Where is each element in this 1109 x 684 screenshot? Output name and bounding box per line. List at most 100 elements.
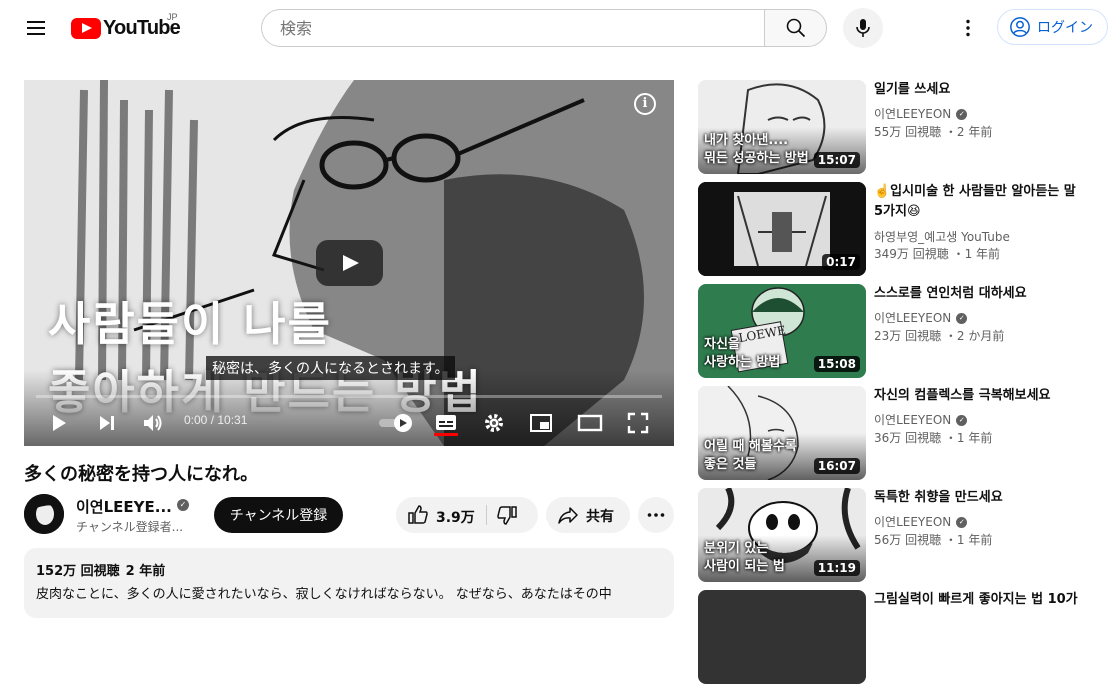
channel-name[interactable]: 이연LEEYE... <box>76 496 172 517</box>
view-count: 55万 回視聴 <box>874 125 942 139</box>
description-box[interactable]: 152万 回視聴 2 年前 皮肉なことに、多くの人に愛されたいなら、寂しくなければ… <box>24 548 674 618</box>
channel-name[interactable]: 이연LEEYEON ✓ <box>874 513 968 530</box>
thumbnail-caption-line2: 사랑하는 방법 <box>704 355 781 370</box>
search-input[interactable] <box>278 17 764 39</box>
youtube-play-icon <box>71 17 101 39</box>
video-duration: 15:07 <box>813 152 860 168</box>
thumbnail-caption: 어릴 때 해볼수록 좋은 것들 <box>704 438 797 474</box>
channel-name[interactable]: 이연LEEYEON ✓ <box>874 411 968 428</box>
dislike-button[interactable] <box>488 497 538 533</box>
info-icon[interactable]: i <box>634 93 656 115</box>
search-button[interactable] <box>764 9 827 47</box>
video-meta: 56万 回視聴 ・1 年前 <box>874 533 993 547</box>
time-display: 0:00 / 10:31 <box>184 413 248 427</box>
channel-name[interactable]: 이연LEEYEON ✓ <box>874 309 968 326</box>
settings-menu-button[interactable] <box>956 16 980 40</box>
progress-bar[interactable] <box>36 395 662 398</box>
video-thumbnail[interactable]: 0:17 <box>698 182 866 276</box>
play-button-large[interactable] <box>316 240 383 286</box>
recommended-video[interactable]: 0:17 ☝️입시미술 한 사람들만 알아듣는 말 5가지😆 하영부영_예고생 … <box>698 182 1098 276</box>
video-title[interactable]: 자신의 컴플렉스를 극복해보세요 <box>874 386 1089 406</box>
description-text: 皮肉なことに、多くの人に愛されたいなら、寂しくなければならない。 なぜなら、あな… <box>36 587 612 602</box>
youtube-logo[interactable]: YouTube JP <box>71 12 181 42</box>
like-divider <box>486 505 487 525</box>
skip-next-icon <box>100 416 114 430</box>
thumbs-down-icon <box>497 506 517 525</box>
volume-button[interactable] <box>140 408 166 438</box>
miniplayer-icon <box>530 414 552 432</box>
thumbnail-caption-line1: 내가 찾아낸.... <box>704 133 789 148</box>
subtitles-icon <box>436 415 456 430</box>
avatar-illustration <box>24 494 64 534</box>
miniplayer-button[interactable] <box>526 408 556 438</box>
video-thumbnail[interactable]: 어릴 때 해볼수록 좋은 것들 16:07 <box>698 386 866 480</box>
channel-name[interactable]: 이연LEEYEON ✓ <box>874 105 968 122</box>
channel-name-text: 하영부영_예고생 YouTube <box>874 230 1010 244</box>
gear-icon <box>485 414 503 432</box>
recommended-video[interactable]: 그림실력이 빠르게 좋아지는 법 10가 <box>698 590 1098 684</box>
video-meta: 36万 回視聴 ・1 年前 <box>874 431 993 445</box>
video-title: 多くの秘密を持つ人になれ。 <box>24 464 259 485</box>
top-header: YouTube JP ログイン <box>0 0 1109 56</box>
video-meta: 349万 回視聴 ・1 年前 <box>874 247 1001 261</box>
view-count: 152万 回視聴 <box>36 564 120 579</box>
theater-mode-icon <box>577 414 603 432</box>
video-thumbnail[interactable]: 분위기 있는 사람이 되는 법 11:19 <box>698 488 866 582</box>
thumbnail-caption-line2: 뭐든 성공하는 방법 <box>704 151 809 166</box>
login-button[interactable]: ログイン <box>997 9 1108 45</box>
share-icon <box>558 507 578 524</box>
view-count: 36万 回視聴 <box>874 431 942 445</box>
more-actions-button[interactable] <box>638 497 674 533</box>
play-icon <box>53 415 66 431</box>
theater-mode-button[interactable] <box>575 408 605 438</box>
like-count: 3.9万 <box>436 510 475 526</box>
video-age: 1 年前 <box>956 431 993 445</box>
country-code: JP <box>167 12 178 22</box>
fullscreen-button[interactable] <box>624 408 652 438</box>
video-title[interactable]: ☝️입시미술 한 사람들만 알아듣는 말 5가지😆 <box>874 182 1089 222</box>
account-icon <box>1010 17 1030 37</box>
verified-badge-icon: ✓ <box>956 109 968 120</box>
recommended-video[interactable]: LOEWE 자신을 사랑하는 방법 15:08 스스로를 연인처럼 대하세요 이… <box>698 284 1098 378</box>
video-thumbnail[interactable] <box>698 590 866 684</box>
verified-badge-icon: ✓ <box>956 517 968 528</box>
subscriber-count: チャンネル登録者... <box>76 520 184 534</box>
video-duration: 0:17 <box>822 254 860 270</box>
upload-date: 2 年前 <box>125 564 166 579</box>
share-label: 共有 <box>586 509 614 525</box>
thumbnail-caption-line1: 분위기 있는 <box>704 541 769 556</box>
channel-name-text: 이연LEEYEON <box>874 311 952 325</box>
thumbnail-caption-line1: 어릴 때 해볼수록 <box>704 439 797 454</box>
channel-avatar[interactable] <box>24 494 64 534</box>
recommended-video[interactable]: 분위기 있는 사람이 되는 법 11:19 독특한 취향을 만드세요 이연LEE… <box>698 488 1098 582</box>
settings-button[interactable] <box>480 408 508 438</box>
video-thumbnail[interactable]: LOEWE 자신을 사랑하는 방법 15:08 <box>698 284 866 378</box>
video-thumbnail[interactable]: 내가 찾아낸.... 뭐든 성공하는 방법 15:07 <box>698 80 866 174</box>
subscribe-button[interactable]: チャンネル登録 <box>214 497 343 533</box>
video-title[interactable]: 일기를 쓰세요 <box>874 80 1089 100</box>
thumbnail-caption-line2: 사람이 되는 법 <box>704 559 785 574</box>
video-title[interactable]: 그림실력이 빠르게 좋아지는 법 10가 <box>874 590 1089 610</box>
login-label: ログイン <box>1037 20 1093 36</box>
menu-icon[interactable] <box>24 16 48 40</box>
like-button[interactable]: 3.9万 <box>396 497 486 533</box>
next-button[interactable] <box>94 408 120 438</box>
share-button[interactable]: 共有 <box>546 497 630 533</box>
play-button[interactable] <box>46 408 72 438</box>
more-vertical-icon <box>966 19 970 37</box>
voice-search-button[interactable] <box>843 8 883 48</box>
video-age: 2 年前 <box>956 125 993 139</box>
video-title[interactable]: 독특한 취향을 만드세요 <box>874 488 1089 508</box>
video-age: 1 年前 <box>964 247 1001 261</box>
recommended-video[interactable]: 내가 찾아낸.... 뭐든 성공하는 방법 15:07 일기를 쓰세요 이연LE… <box>698 80 1098 174</box>
video-title[interactable]: 스스로를 연인처럼 대하세요 <box>874 284 1089 304</box>
video-player[interactable]: i 사람들이 나를 좋아하게 만드는 방법 秘密は、多くの人になるとされます。 … <box>24 80 674 446</box>
video-duration: 15:08 <box>813 356 860 372</box>
autoplay-toggle[interactable] <box>376 408 416 438</box>
title-overlay-line1: 사람들이 나를 <box>48 297 332 351</box>
view-count: 23万 回視聴 <box>874 329 942 343</box>
channel-name[interactable]: 하영부영_예고생 YouTube <box>874 228 1010 245</box>
like-dislike-group: 3.9万 <box>396 497 538 533</box>
description-meta: 152万 回視聴 2 年前 <box>36 560 662 579</box>
recommended-video[interactable]: 어릴 때 해볼수록 좋은 것들 16:07 자신의 컴플렉스를 극복해보세요 이… <box>698 386 1098 480</box>
